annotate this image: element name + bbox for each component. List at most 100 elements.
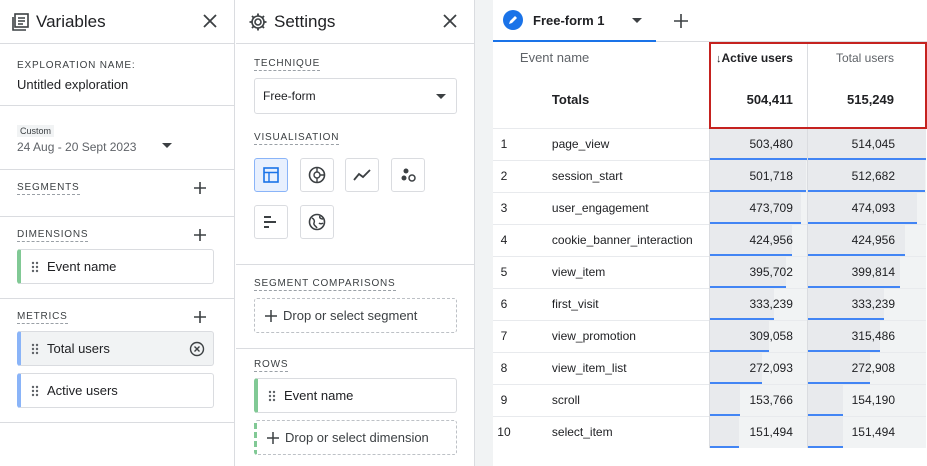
- exploration-name-section: EXPLORATION NAME: Untitled exploration: [0, 44, 234, 106]
- row-index: 9: [493, 383, 515, 416]
- segments-section: SEGMENTS: [0, 170, 234, 217]
- table-row[interactable]: 3 user_engagement 473,709 474,093: [493, 191, 926, 224]
- dimension-chip-label: Event name: [47, 259, 117, 274]
- drag-handle-icon[interactable]: [31, 385, 39, 397]
- bar-chart-icon: [264, 216, 276, 228]
- remove-metric-icon[interactable]: [189, 341, 205, 357]
- row-total-value: 512,682: [851, 169, 895, 183]
- drag-handle-icon[interactable]: [31, 343, 39, 355]
- total-bar: [807, 446, 843, 448]
- add-tab-button[interactable]: [663, 4, 699, 38]
- scatter-chart-icon: [401, 168, 416, 182]
- dimension-drop-zone[interactable]: Drop or select dimension: [254, 420, 457, 455]
- row-event-name[interactable]: scroll: [514, 383, 710, 416]
- table-row[interactable]: 10 select_item 151,494 151,494: [493, 415, 926, 448]
- date-custom-badge: Custom: [17, 125, 55, 137]
- row-active-value: 473,709: [749, 201, 793, 215]
- table-row[interactable]: 4 cookie_banner_interaction 424,956 424,956: [493, 223, 926, 256]
- technique-label: TECHNIQUE: [254, 58, 321, 71]
- row-active-users: 395,702: [709, 255, 808, 288]
- exploration-name-input[interactable]: Untitled exploration: [17, 77, 128, 92]
- row-total-value: 474,093: [851, 201, 895, 215]
- viz-donut-button[interactable]: [300, 158, 334, 192]
- dimensions-label: DIMENSIONS: [17, 229, 89, 242]
- drag-handle-icon[interactable]: [268, 390, 276, 402]
- row-total-users: 272,908: [806, 351, 926, 384]
- canvas-area: Free-form 1 Event name ↓Active users Tot…: [493, 0, 927, 466]
- date-dropdown-icon[interactable]: [162, 143, 172, 149]
- totals-active-users: 504,411: [708, 71, 808, 129]
- close-settings-button[interactable]: [438, 9, 462, 33]
- table-row[interactable]: 9 scroll 153,766 154,190: [493, 383, 926, 416]
- col-header-active-users[interactable]: ↓Active users: [708, 42, 808, 71]
- edit-icon[interactable]: [503, 10, 523, 30]
- row-chip-event-name[interactable]: Event name: [254, 378, 457, 413]
- divider: [236, 264, 475, 265]
- add-dimension-icon[interactable]: [192, 227, 208, 243]
- add-segment-icon[interactable]: [192, 180, 208, 196]
- row-total-value: 151,494: [851, 425, 895, 440]
- row-index: 6: [493, 287, 515, 320]
- total-bar-fill: [807, 384, 844, 416]
- row-active-value: 309,058: [749, 329, 793, 343]
- table-row[interactable]: 7 view_promotion 309,058 315,486: [493, 319, 926, 352]
- col-header-total-users[interactable]: Total users: [806, 42, 927, 71]
- row-event-name[interactable]: view_item_list: [514, 351, 710, 384]
- table-row[interactable]: 6 first_visit 333,239 333,239: [493, 287, 926, 320]
- viz-geo-button[interactable]: [300, 205, 334, 239]
- donut-chart-icon: [308, 166, 326, 184]
- row-total-users: 424,956: [806, 223, 926, 256]
- row-active-users: 503,480: [709, 127, 808, 160]
- row-event-name[interactable]: cookie_banner_interaction: [514, 223, 710, 256]
- col-header-event-name[interactable]: Event name: [515, 43, 710, 71]
- metric-chip-label: Active users: [47, 383, 118, 398]
- row-event-name[interactable]: select_item: [514, 415, 710, 448]
- table-body: 1 page_view 503,480 514,045 2 session_start 50…: [493, 127, 926, 448]
- row-chip-label: Event name: [284, 388, 354, 403]
- viz-bar-button[interactable]: [254, 205, 288, 239]
- row-total-users: 474,093: [806, 191, 926, 224]
- close-variables-button[interactable]: [198, 9, 222, 33]
- table-row[interactable]: 8 view_item_list 272,093 272,908: [493, 351, 926, 384]
- table-icon: [263, 167, 279, 183]
- row-event-name[interactable]: page_view: [514, 127, 710, 160]
- chevron-down-icon: [436, 94, 446, 99]
- dimension-chip-event-name[interactable]: Event name: [17, 249, 214, 284]
- row-index: 1: [493, 127, 515, 160]
- variables-header: Variables: [0, 0, 234, 44]
- row-index: 8: [493, 351, 515, 384]
- row-event-name[interactable]: user_engagement: [514, 191, 710, 224]
- active-bar-fill: [710, 384, 740, 416]
- row-event-name[interactable]: first_visit: [514, 287, 710, 320]
- row-total-users: 154,190: [806, 383, 926, 416]
- plus-icon: [265, 309, 277, 322]
- divider: [236, 348, 475, 349]
- chevron-down-icon[interactable]: [632, 18, 642, 24]
- segment-drop-zone[interactable]: Drop or select segment: [254, 298, 457, 333]
- row-event-name[interactable]: view_item: [514, 255, 710, 288]
- table-row[interactable]: 2 session_start 501,718 512,682: [493, 159, 926, 192]
- table-row[interactable]: 1 page_view 503,480 514,045: [493, 127, 926, 160]
- row-active-value: 424,956: [749, 233, 793, 247]
- variables-icon: [12, 12, 29, 31]
- viz-line-button[interactable]: [345, 158, 379, 192]
- active-bar: [710, 446, 740, 448]
- table-row[interactable]: 5 view_item 395,702 399,814: [493, 255, 926, 288]
- tab-free-form-1[interactable]: Free-form 1: [493, 0, 656, 42]
- row-event-name[interactable]: session_start: [514, 159, 710, 192]
- row-total-users: 151,494: [806, 415, 926, 448]
- row-active-users: 153,766: [709, 383, 808, 416]
- viz-table-button[interactable]: [254, 158, 288, 192]
- exploration-name-label: EXPLORATION NAME:: [17, 60, 136, 71]
- date-range-text[interactable]: 24 Aug - 20 Sept 2023: [17, 140, 136, 154]
- technique-select[interactable]: Free-form: [254, 78, 457, 114]
- drag-handle-icon[interactable]: [31, 261, 39, 273]
- viz-scatter-button[interactable]: [391, 158, 425, 192]
- metric-chip-total-users[interactable]: Total users: [17, 331, 214, 366]
- gear-icon: [249, 13, 267, 30]
- rows-label: ROWS: [254, 359, 289, 372]
- metric-chip-active-users[interactable]: Active users: [17, 373, 214, 408]
- add-metric-icon[interactable]: [192, 309, 208, 325]
- settings-title: Settings: [274, 11, 336, 31]
- row-event-name[interactable]: view_promotion: [514, 319, 710, 352]
